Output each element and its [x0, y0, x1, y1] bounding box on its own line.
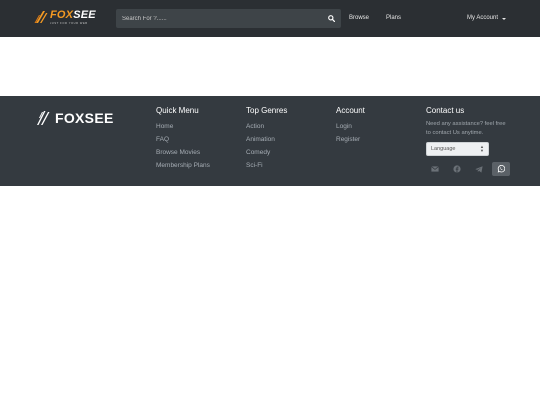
my-account-label: My Account	[467, 15, 499, 21]
nav-browse-link[interactable]: Browse	[349, 15, 369, 22]
footer-link-animation[interactable]: Animation	[246, 133, 287, 146]
footer-link-login[interactable]: Login	[336, 120, 365, 133]
footer-link-comedy[interactable]: Comedy	[246, 146, 287, 159]
footer-top-genres: Top Genres Action Animation Comedy Sci-F…	[246, 106, 287, 172]
footer-quick-menu: Quick Menu Home FAQ Browse Movies Member…	[156, 106, 210, 172]
footer-link-home[interactable]: Home	[156, 120, 210, 133]
telegram-icon	[475, 165, 483, 173]
search-bar	[116, 9, 341, 28]
search-icon	[328, 15, 335, 22]
language-select-value: Language	[431, 146, 456, 152]
footer-column-title: Account	[336, 106, 365, 115]
footer-link-membership-plans[interactable]: Membership Plans	[156, 159, 210, 172]
search-input[interactable]	[116, 9, 321, 28]
my-account-dropdown[interactable]: My Account	[467, 15, 507, 22]
footer-link-faq[interactable]: FAQ	[156, 133, 210, 146]
footer-column-title: Quick Menu	[156, 106, 199, 115]
footer-logo[interactable]: FOXSEE	[36, 109, 114, 126]
logo-mark-icon	[34, 11, 48, 23]
facebook-button[interactable]	[448, 162, 466, 176]
select-arrows-icon: ▲ ▼	[480, 144, 484, 153]
whatsapp-button[interactable]	[492, 162, 510, 176]
site-logo[interactable]: FOXSEE JUST FOR YOUR WEB	[34, 10, 96, 26]
contact-description: Need any assistance? feel free to contac…	[426, 121, 506, 136]
email-button[interactable]	[426, 162, 444, 176]
footer-link-action[interactable]: Action	[246, 120, 287, 133]
footer-contact: Contact us Need any assistance? feel fre…	[426, 106, 514, 176]
chevron-down-icon	[502, 17, 507, 20]
logo-tagline: JUST FOR YOUR WEB	[50, 22, 88, 25]
footer-brand-name: FOXSEE	[55, 109, 114, 126]
language-select[interactable]: Language ▲ ▼	[426, 142, 489, 156]
logo-mark-icon	[37, 111, 50, 125]
social-links	[426, 162, 514, 176]
footer-link-register[interactable]: Register	[336, 133, 365, 146]
nav-plans-link[interactable]: Plans	[386, 15, 401, 22]
facebook-icon	[453, 165, 461, 173]
search-button[interactable]	[322, 9, 341, 28]
email-icon	[431, 166, 439, 172]
footer-column-title: Top Genres	[246, 106, 288, 115]
telegram-button[interactable]	[470, 162, 488, 176]
whatsapp-icon	[497, 165, 505, 173]
footer-account: Account Login Register	[336, 106, 365, 146]
footer-column-title: Contact us	[426, 106, 465, 115]
site-footer: FOXSEE Quick Menu Home FAQ Browse Movies…	[0, 96, 540, 186]
footer-link-browse-movies[interactable]: Browse Movies	[156, 146, 210, 159]
footer-link-sci-fi[interactable]: Sci-Fi	[246, 159, 287, 172]
logo-text: FOXSEE	[50, 9, 96, 21]
top-navbar: FOXSEE JUST FOR YOUR WEB Browse Plans My…	[0, 0, 540, 37]
